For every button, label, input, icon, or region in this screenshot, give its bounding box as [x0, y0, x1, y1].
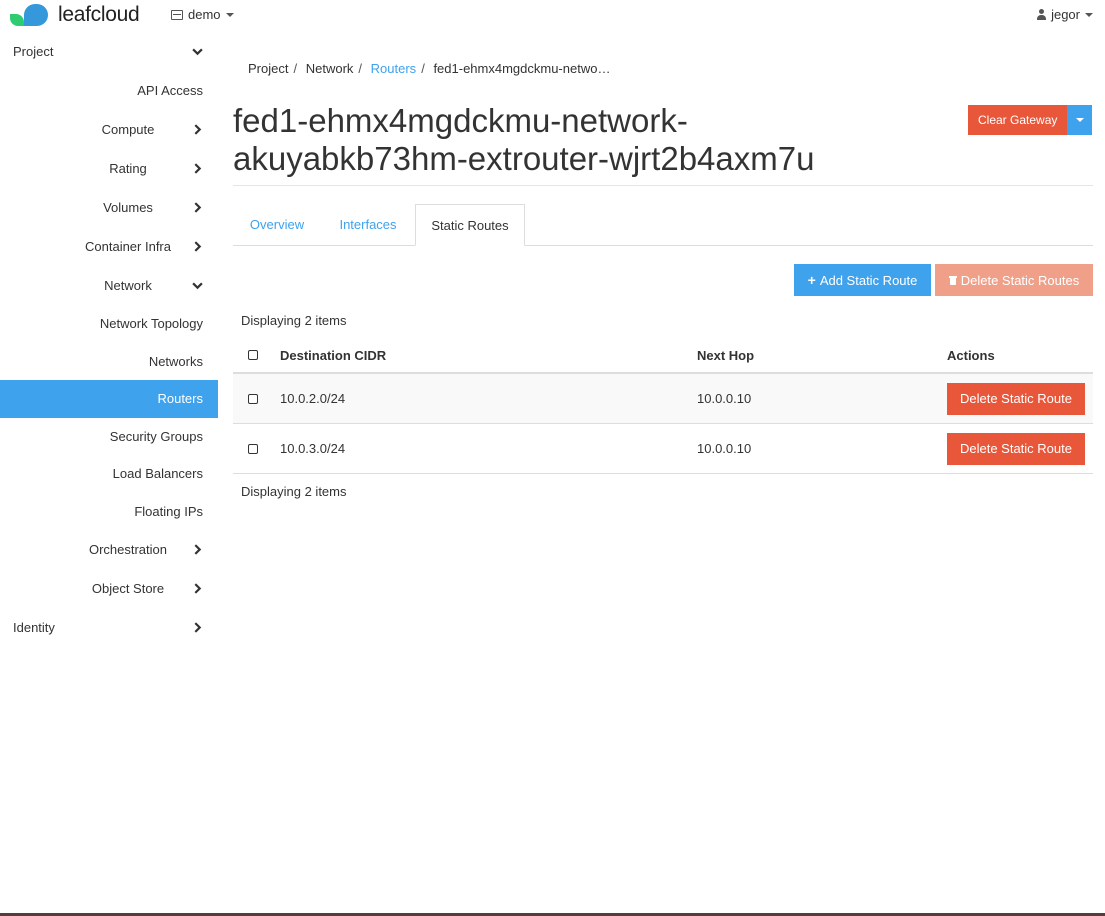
page-title-line1: fed1-ehmx4mgdckmu-network- [233, 102, 688, 139]
brand-name: leafcloud [58, 3, 140, 26]
sidebar-item-networks[interactable]: Networks [0, 343, 218, 380]
sidebar-item-label: Orchestration [88, 542, 168, 557]
sidebar-item-identity[interactable]: Identity [0, 608, 218, 647]
next-hop: 10.0.0.10 [697, 441, 752, 456]
tab-static-routes[interactable]: Static Routes [415, 204, 525, 246]
breadcrumb-project: Project [248, 61, 289, 76]
sidebar-item-routers[interactable]: Routers [0, 380, 218, 418]
sidebar-item-network-topology[interactable]: Network Topology [0, 305, 218, 343]
delete-static-routes-button[interactable]: Delete Static Routes [935, 264, 1093, 296]
table-header: Destination CIDR Next Hop Actions [233, 338, 1093, 374]
sidebar-item-load-balancers[interactable]: Load Balancers [0, 455, 218, 493]
column-header-next-hop[interactable]: Next Hop [697, 338, 754, 372]
sidebar-item-compute[interactable]: Compute [0, 110, 218, 149]
add-static-route-label: Add Static Route [819, 272, 918, 288]
row-checkbox[interactable] [248, 443, 258, 454]
sidebar-item-label: Networks [148, 354, 203, 369]
sidebar-item-label: Network [104, 278, 152, 293]
top-navbar: leafcloud demo jegor [0, 0, 1105, 32]
table-row: 10.0.3.0/24 10.0.0.10 Delete Static Rout… [233, 424, 1093, 474]
sidebar-item-label: API Access [137, 83, 203, 98]
sidebar-item-container-infra[interactable]: Container Infra [0, 227, 218, 266]
sidebar-item-label: Project [13, 44, 54, 59]
table-row: 10.0.2.0/24 10.0.0.10 Delete Static Rout… [233, 374, 1093, 424]
chevron-right-icon [190, 530, 204, 569]
sidebar-item-label: Compute [101, 122, 155, 137]
divider [233, 185, 1093, 186]
sidebar-item-floating-ips[interactable]: Floating IPs [0, 493, 218, 530]
delete-static-route-button[interactable]: Delete Static Route [947, 382, 1085, 415]
next-hop: 10.0.0.10 [697, 391, 752, 406]
chevron-right-icon [190, 227, 204, 266]
project-name: demo [188, 7, 221, 22]
sidebar-item-object-store[interactable]: Object Store [0, 569, 218, 608]
sidebar-item-label: Rating [109, 161, 147, 176]
sidebar-item-label: Container Infra [85, 239, 171, 254]
chevron-right-icon [190, 608, 204, 647]
page-title-line2: akuyabkb73hm-extrouter-wjrt2b4axm7u [233, 140, 815, 177]
sidebar-item-label: Load Balancers [112, 466, 203, 481]
row-checkbox[interactable] [248, 393, 258, 404]
sidebar-item-label: Object Store [91, 581, 165, 596]
server-icon [171, 9, 183, 20]
chevron-right-icon [190, 149, 204, 188]
tab-overview[interactable]: Overview [233, 204, 321, 246]
leafcloud-logo[interactable]: leafcloud [10, 3, 140, 26]
sidebar-item-label: Floating IPs [134, 504, 203, 519]
sidebar-item-rating[interactable]: Rating [0, 149, 218, 188]
caret-down-icon [225, 12, 234, 17]
sidebar-item-label: Routers [157, 391, 203, 406]
breadcrumb-current: fed1-ehmx4mgdckmu-netwo… [433, 61, 611, 76]
item-count-bottom: Displaying 2 items [241, 484, 347, 499]
plus-icon: + [807, 272, 816, 288]
tab-interfaces[interactable]: Interfaces [325, 204, 411, 246]
chevron-right-icon [190, 188, 204, 227]
tab-bar: Overview Interfaces Static Routes [233, 204, 1093, 246]
project-selector[interactable]: demo [171, 7, 234, 22]
column-header-destination[interactable]: Destination CIDR [280, 338, 386, 372]
clear-gateway-button[interactable]: Clear Gateway [968, 105, 1068, 135]
sidebar-item-security-groups[interactable]: Security Groups [0, 418, 218, 455]
chevron-down-icon [190, 266, 204, 305]
sidebar-item-label: Volumes [103, 200, 153, 215]
select-all-checkbox[interactable] [248, 350, 258, 360]
more-actions-toggle[interactable] [1067, 105, 1093, 135]
breadcrumb: Project / Network / Routers / fed1-ehmx4mgd… [248, 61, 611, 76]
sidebar-item-orchestration[interactable]: Orchestration [0, 530, 218, 569]
destination-cidr: 10.0.2.0/24 [280, 391, 346, 406]
user-menu[interactable]: jegor [1037, 7, 1093, 22]
breadcrumb-routers-link[interactable]: Routers [371, 61, 417, 76]
sidebar: Project API Access Compute Rating Volume… [0, 32, 218, 647]
leaf-logo-icon [10, 4, 52, 26]
user-name: jegor [1051, 7, 1080, 22]
chevron-down-icon [190, 32, 204, 71]
destination-cidr: 10.0.3.0/24 [280, 441, 346, 456]
sidebar-item-label: Security Groups [109, 429, 203, 444]
router-actions: Clear Gateway [968, 105, 1093, 135]
page-title: fed1-ehmx4mgdckmu-network- akuyabkb73hm-… [233, 102, 933, 178]
trash-icon [948, 275, 957, 285]
sidebar-item-network[interactable]: Network [0, 266, 218, 305]
user-icon [1037, 9, 1047, 20]
caret-down-icon [1075, 118, 1084, 122]
static-routes-table: Destination CIDR Next Hop Actions 10.0.2… [233, 338, 1093, 474]
chevron-right-icon [190, 110, 204, 149]
breadcrumb-network: Network [305, 61, 354, 76]
caret-down-icon [1085, 12, 1093, 17]
add-static-route-button[interactable]: + Add Static Route [794, 264, 931, 296]
delete-static-route-button[interactable]: Delete Static Route [947, 432, 1085, 465]
sidebar-item-volumes[interactable]: Volumes [0, 188, 218, 227]
item-count-top: Displaying 2 items [241, 313, 347, 328]
sidebar-item-api-access[interactable]: API Access [0, 71, 218, 110]
column-header-actions: Actions [947, 347, 995, 363]
sidebar-item-project[interactable]: Project [0, 32, 218, 71]
chevron-right-icon [190, 569, 204, 608]
delete-static-routes-label: Delete Static Routes [960, 272, 1080, 288]
sidebar-item-label: Network Topology [99, 316, 203, 331]
sidebar-item-label: Identity [13, 620, 55, 635]
